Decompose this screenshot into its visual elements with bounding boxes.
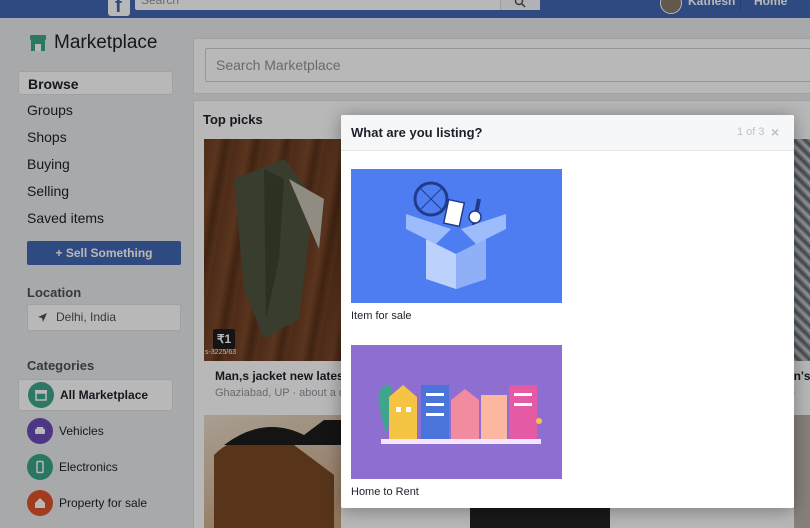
- dialog-header: What are you listing? 1 of 3 ×: [341, 115, 794, 151]
- houses-icon: [378, 385, 542, 444]
- option-item-for-sale[interactable]: [351, 169, 562, 303]
- listing-type-dialog: What are you listing? 1 of 3 × Item for …: [341, 115, 794, 508]
- option-label-item-for-sale[interactable]: Item for sale: [351, 310, 412, 322]
- open-box-icon: [406, 181, 506, 289]
- dialog-title: What are you listing?: [351, 125, 483, 140]
- close-icon[interactable]: ×: [771, 125, 779, 139]
- option-label-home-to-rent[interactable]: Home to Rent: [351, 486, 419, 498]
- option-home-to-rent[interactable]: [351, 345, 562, 479]
- dialog-step-indicator: 1 of 3: [737, 126, 765, 138]
